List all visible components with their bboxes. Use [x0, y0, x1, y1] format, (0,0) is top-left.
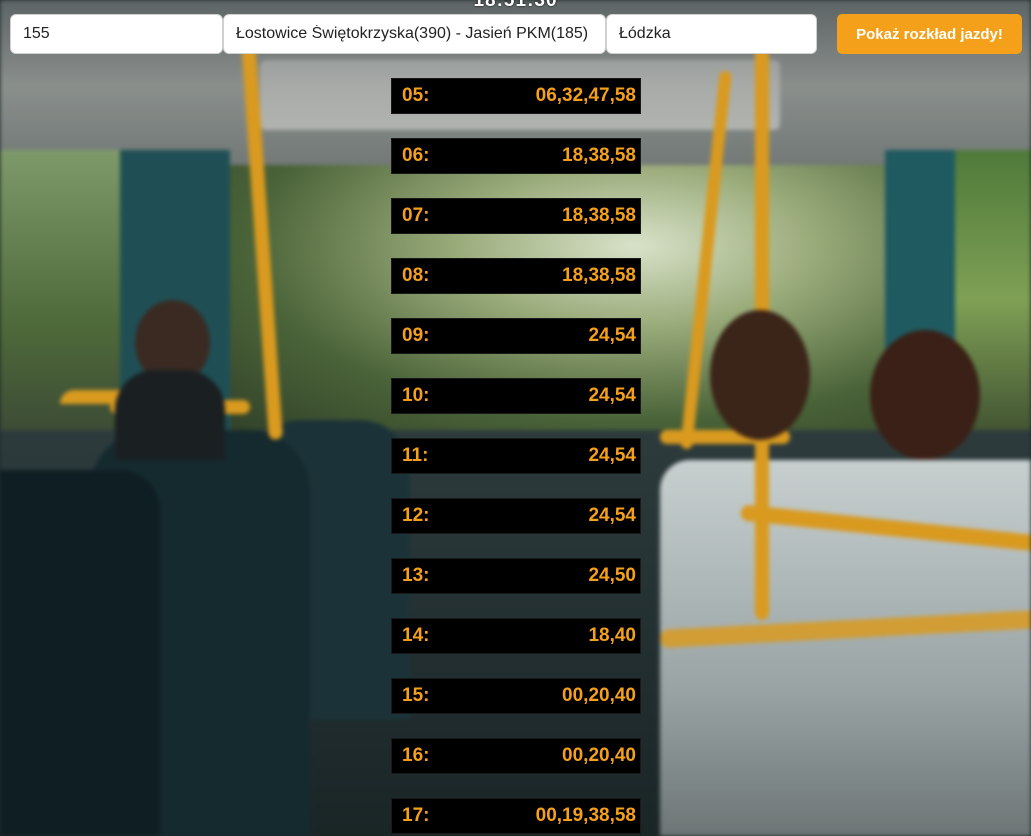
timetable-row: 12: 24,54: [391, 498, 641, 534]
search-form: Pokaż rozkład jazdy!: [0, 0, 1031, 60]
minutes-list: 06,32,47,58: [535, 85, 636, 106]
minutes-list: 24,50: [588, 565, 636, 586]
minutes-list: 24,54: [588, 385, 636, 406]
timetable-row: 15: 00,20,40: [391, 678, 641, 714]
timetable-row: 08: 18,38,58: [391, 258, 641, 294]
timetable-row: 17: 00,19,38,58: [391, 798, 641, 834]
hour-label: 16:: [402, 745, 430, 766]
minutes-list: 24,54: [588, 325, 636, 346]
minutes-list: 00,19,38,58: [535, 805, 636, 826]
minutes-list: 18,38,58: [562, 145, 636, 166]
minutes-list: 00,20,40: [562, 685, 636, 706]
timetable-row: 11: 24,54: [391, 438, 641, 474]
timetable-row: 09: 24,54: [391, 318, 641, 354]
minutes-list: 18,38,58: [562, 265, 636, 286]
hour-label: 15:: [402, 685, 430, 706]
timetable-row: 10: 24,54: [391, 378, 641, 414]
minutes-list: 24,54: [588, 445, 636, 466]
timetable-row: 14: 18,40: [391, 618, 641, 654]
route-input[interactable]: [223, 14, 606, 54]
timetable-row: 07: 18,38,58: [391, 198, 641, 234]
hour-label: 08:: [402, 265, 430, 286]
minutes-list: 24,54: [588, 505, 636, 526]
minutes-list: 18,40: [588, 625, 636, 646]
hour-label: 05:: [402, 85, 430, 106]
timetable-row: 05: 06,32,47,58: [391, 78, 641, 114]
line-input[interactable]: [10, 14, 223, 54]
timetable-row: 16: 00,20,40: [391, 738, 641, 774]
hour-label: 09:: [402, 325, 430, 346]
stop-input[interactable]: [606, 14, 817, 54]
minutes-list: 18,38,58: [562, 205, 636, 226]
hour-label: 14:: [402, 625, 430, 646]
hour-label: 06:: [402, 145, 430, 166]
hour-label: 17:: [402, 805, 430, 826]
hour-label: 13:: [402, 565, 430, 586]
show-timetable-button[interactable]: Pokaż rozkład jazdy!: [837, 14, 1022, 54]
hour-label: 12:: [402, 505, 430, 526]
hour-label: 11:: [402, 445, 429, 466]
timetable: 05: 06,32,47,58 06: 18,38,58 07: 18,38,5…: [391, 78, 641, 836]
hour-label: 07:: [402, 205, 430, 226]
timetable-row: 06: 18,38,58: [391, 138, 641, 174]
minutes-list: 00,20,40: [562, 745, 636, 766]
hour-label: 10:: [402, 385, 430, 406]
timetable-row: 13: 24,50: [391, 558, 641, 594]
